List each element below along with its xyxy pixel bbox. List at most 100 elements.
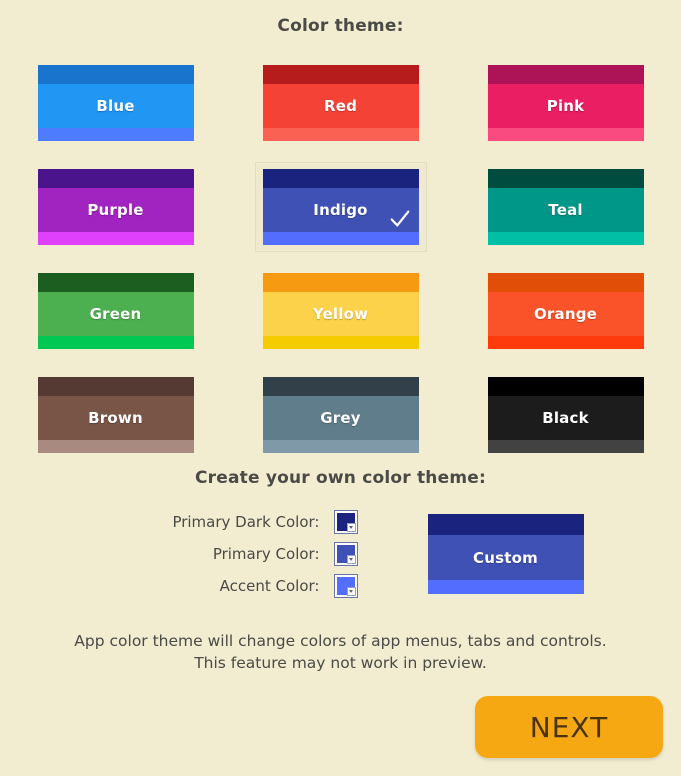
theme-card-main-band: Indigo	[262, 188, 419, 232]
theme-cell-brown[interactable]: Brown	[30, 370, 202, 460]
custom-color-fields: Primary Dark Color: Primary Color: Accent …	[128, 502, 358, 600]
theme-card-main-band: Orange	[487, 292, 644, 336]
theme-card-dark-band	[37, 377, 194, 396]
theme-card-main-band: Purple	[37, 188, 194, 232]
theme-card-teal[interactable]: Teal	[487, 169, 644, 245]
theme-card-accent-band	[37, 440, 194, 453]
theme-card-label: Teal	[548, 201, 583, 219]
theme-card-dark-band	[487, 273, 644, 292]
accent-color-swatch-button[interactable]	[333, 574, 358, 598]
theme-card-dark-band	[37, 273, 194, 292]
theme-row: Brown Grey Black	[30, 370, 652, 460]
theme-card-dark-band	[487, 65, 644, 84]
theme-cell-blue[interactable]: Blue	[30, 58, 202, 148]
theme-card-blue[interactable]: Blue	[37, 65, 194, 141]
custom-theme-title: Create your own color theme:	[195, 468, 486, 488]
theme-card-accent-band	[37, 128, 194, 141]
theme-cell-pink[interactable]: Pink	[480, 58, 652, 148]
theme-card-accent-band	[262, 336, 419, 349]
check-icon	[390, 210, 409, 227]
next-button-row: NEXT	[475, 696, 663, 758]
theme-card-label: Red	[323, 97, 358, 115]
theme-card-label: Black	[542, 409, 589, 427]
theme-card-label: Orange	[533, 305, 598, 323]
field-row-primary-dark-color: Primary Dark Color:	[128, 508, 358, 536]
theme-card-label: Pink	[546, 97, 585, 115]
theme-card-dark-band	[37, 65, 194, 84]
custom-card-accent-band	[427, 580, 584, 594]
next-button[interactable]: NEXT	[475, 696, 663, 758]
footer-note: App color theme will change colors of ap…	[0, 600, 681, 674]
theme-card-green[interactable]: Green	[37, 273, 194, 349]
theme-card-pink[interactable]: Pink	[487, 65, 644, 141]
theme-card-orange[interactable]: Orange	[487, 273, 644, 349]
theme-card-accent-band	[262, 128, 419, 141]
theme-cell-yellow[interactable]: Yellow	[255, 266, 427, 356]
custom-theme-preview-card[interactable]: Custom	[427, 514, 584, 594]
theme-card-main-band: Pink	[487, 84, 644, 128]
theme-card-accent-band	[262, 232, 419, 245]
theme-card-red[interactable]: Red	[262, 65, 419, 141]
theme-card-dark-band	[262, 377, 419, 396]
theme-card-accent-band	[487, 232, 644, 245]
theme-card-dark-band	[262, 65, 419, 84]
custom-card-dark-band	[427, 514, 584, 535]
theme-card-accent-band	[487, 440, 644, 453]
theme-card-dark-band	[487, 377, 644, 396]
theme-cell-orange[interactable]: Orange	[480, 266, 652, 356]
theme-card-dark-band	[262, 273, 419, 292]
theme-cell-grey[interactable]: Grey	[255, 370, 427, 460]
theme-card-main-band: Grey	[262, 396, 419, 440]
theme-card-main-band: Black	[487, 396, 644, 440]
theme-cell-red[interactable]: Red	[255, 58, 427, 148]
chevron-down-icon[interactable]	[346, 555, 356, 564]
primary-color-swatch-button[interactable]	[333, 542, 358, 566]
theme-card-label: Indigo	[313, 201, 368, 219]
theme-card-indigo[interactable]: Indigo	[262, 169, 419, 245]
chevron-down-icon[interactable]	[346, 587, 356, 596]
custom-theme-block: Primary Dark Color: Primary Color: Accent …	[0, 502, 681, 600]
page-title: Color theme:	[277, 16, 404, 36]
theme-card-main-band: Green	[37, 292, 194, 336]
custom-preview-wrapper: Custom	[358, 502, 584, 594]
theme-card-label: Blue	[96, 97, 135, 115]
theme-card-label: Green	[89, 305, 142, 323]
color-theme-grid: Blue Red Pink Purple Indigo Teal Green Yellow Or…	[0, 36, 681, 460]
theme-card-accent-band	[37, 232, 194, 245]
theme-card-black[interactable]: Black	[487, 377, 644, 453]
theme-card-purple[interactable]: Purple	[37, 169, 194, 245]
primary-color-label: Primary Color:	[212, 544, 320, 563]
theme-card-brown[interactable]: Brown	[37, 377, 194, 453]
footer-note-line-2: This feature may not work in preview.	[194, 654, 487, 672]
theme-card-label: Brown	[88, 409, 143, 427]
footer-note-line-1: App color theme will change colors of ap…	[74, 632, 607, 650]
theme-card-main-band: Yellow	[262, 292, 419, 336]
theme-card-main-band: Teal	[487, 188, 644, 232]
theme-card-dark-band	[262, 169, 419, 188]
theme-cell-purple[interactable]: Purple	[30, 162, 202, 252]
theme-cell-indigo[interactable]: Indigo	[254, 162, 427, 252]
theme-card-main-band: Red	[262, 84, 419, 128]
accent-color-label: Accent Color:	[219, 576, 320, 595]
theme-card-yellow[interactable]: Yellow	[262, 273, 419, 349]
field-row-primary-color: Primary Color:	[128, 540, 358, 568]
theme-card-label: Grey	[320, 409, 361, 427]
custom-card-main-band: Custom	[427, 535, 584, 580]
theme-row: Green Yellow Orange	[30, 266, 652, 356]
theme-card-dark-band	[37, 169, 194, 188]
theme-card-grey[interactable]: Grey	[262, 377, 419, 453]
theme-card-main-band: Brown	[37, 396, 194, 440]
theme-cell-black[interactable]: Black	[480, 370, 652, 460]
theme-cell-teal[interactable]: Teal	[480, 162, 652, 252]
primary-dark-color-swatch-button[interactable]	[333, 510, 358, 534]
theme-cell-green[interactable]: Green	[30, 266, 202, 356]
theme-card-accent-band	[487, 128, 644, 141]
theme-card-accent-band	[37, 336, 194, 349]
theme-card-accent-band	[262, 440, 419, 453]
custom-card-label: Custom	[473, 548, 538, 567]
chevron-down-icon[interactable]	[346, 523, 356, 532]
primary-dark-color-label: Primary Dark Color:	[172, 512, 320, 531]
theme-row: Purple Indigo Teal	[30, 162, 652, 252]
theme-card-main-band: Blue	[37, 84, 194, 128]
field-row-accent-color: Accent Color:	[128, 572, 358, 600]
